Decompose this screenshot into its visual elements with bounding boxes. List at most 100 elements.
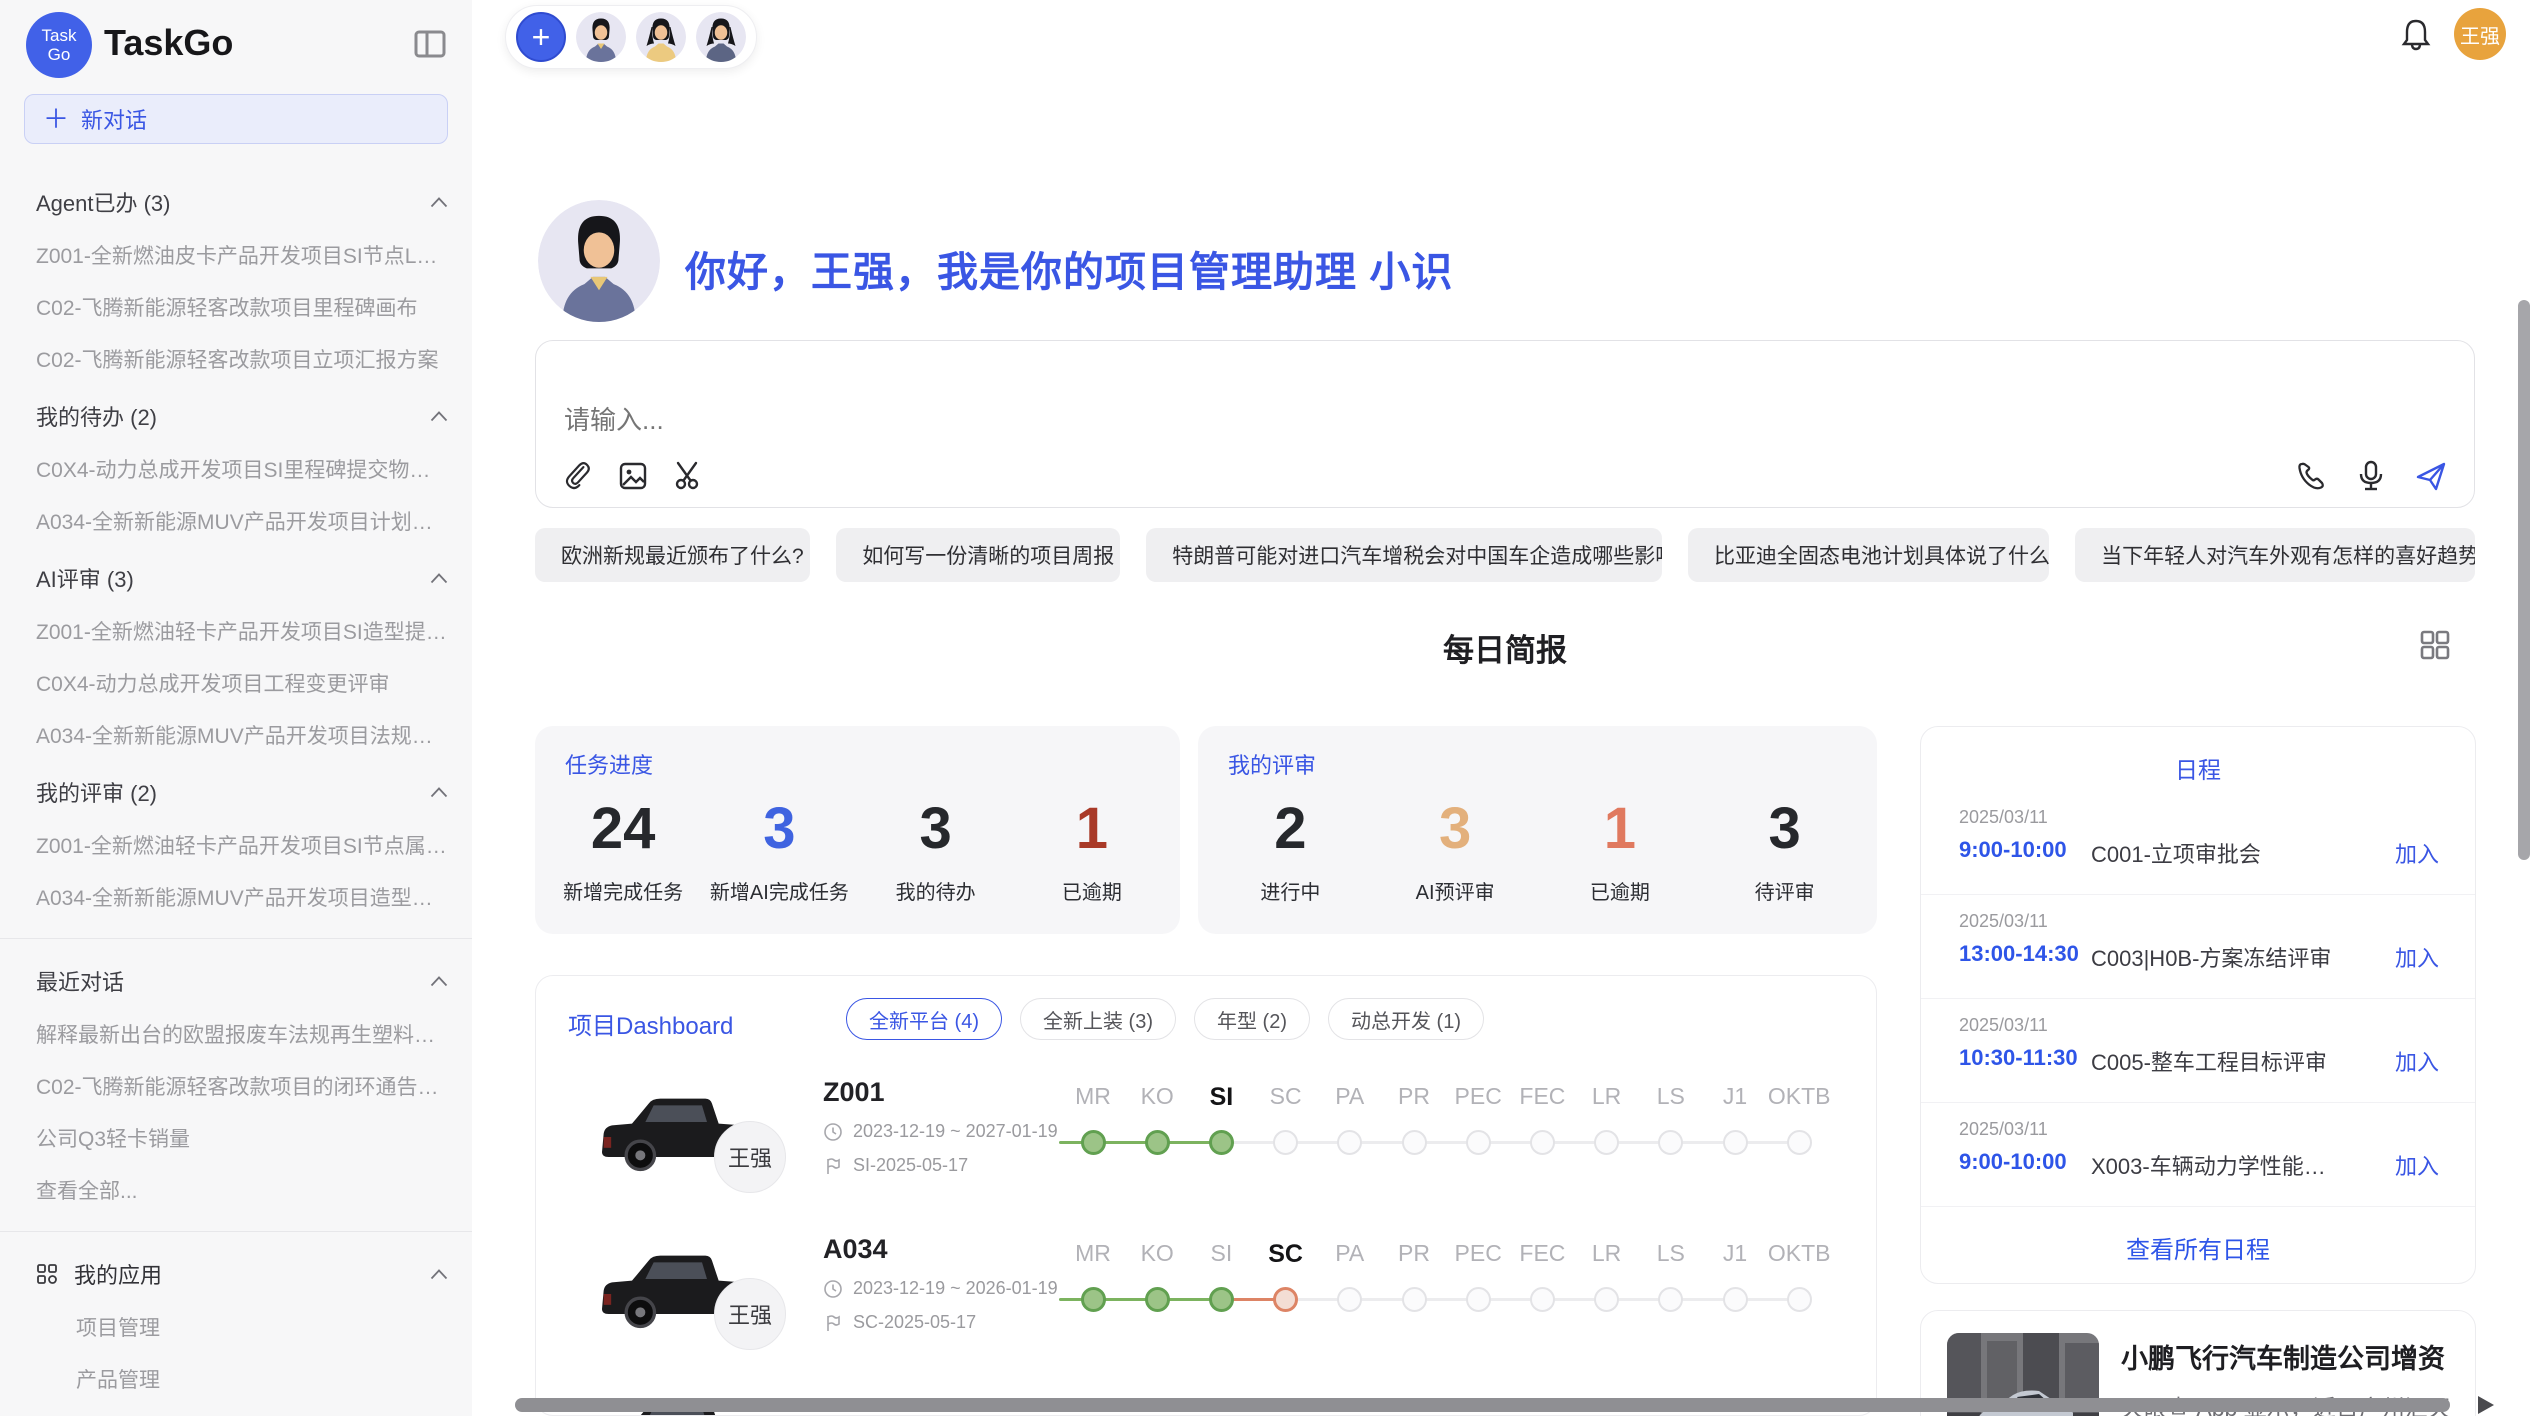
milestone-node[interactable]	[1466, 1130, 1491, 1155]
schedule-time: 9:00-10:00	[1959, 1149, 2067, 1175]
sidebar-item[interactable]: C02-飞腾新能源轻客改款项目立项汇报方案	[36, 344, 448, 374]
sidebar-item[interactable]: C0X4-动力总成开发项目SI里程碑提交物检查	[36, 454, 448, 484]
suggestion-chip[interactable]: 特朗普可能对进口汽车增税会对中国车企造成哪些影响	[1146, 528, 1662, 582]
schedule-date: 2025/03/11	[1959, 807, 2048, 828]
milestone-node[interactable]	[1787, 1287, 1812, 1312]
milestone-node[interactable]	[1594, 1287, 1619, 1312]
milestone-node[interactable]	[1723, 1130, 1748, 1155]
milestone-node[interactable]	[1209, 1130, 1234, 1155]
join-link[interactable]: 加入	[2395, 1149, 2439, 1181]
suggestion-chip[interactable]: 欧洲新规最近颁布了什么?	[535, 528, 810, 582]
stat-label: AI预评审	[1416, 876, 1495, 905]
agent-avatar-3[interactable]	[696, 12, 746, 62]
stat-item: 3我的待办	[858, 784, 1014, 920]
milestone-node[interactable]	[1658, 1130, 1683, 1155]
sidebar-my-apps-header[interactable]: 我的应用	[36, 1258, 448, 1290]
sidebar-recent-item[interactable]: 解释最新出台的欧盟报废车法规再生塑料比例被调至15%...	[36, 1019, 448, 1049]
milestone-node[interactable]	[1402, 1130, 1427, 1155]
sidebar-item[interactable]: Z001-全新燃油轻卡产品开发项目SI节点属性5D文件评审	[36, 830, 448, 860]
app-logo: Task Go	[26, 12, 92, 78]
milestone-node[interactable]	[1145, 1130, 1170, 1155]
milestone-node[interactable]	[1273, 1130, 1298, 1155]
sidebar-my-apps-left: 我的应用	[36, 1258, 162, 1290]
send-icon[interactable]	[2414, 459, 2448, 493]
milestone-node[interactable]	[1402, 1287, 1427, 1312]
stat-value: 3	[1768, 800, 1800, 858]
schedule-event-title: C005-整车工程目标评审	[2091, 1045, 2341, 1077]
sidebar-group-header[interactable]: Agent已办 (3)	[36, 186, 448, 218]
milestone-node[interactable]	[1723, 1287, 1748, 1312]
stat-value: 1	[1076, 800, 1108, 858]
sidebar-recent-item[interactable]: 查看全部...	[36, 1175, 448, 1205]
suggestion-chips: 欧洲新规最近颁布了什么? 如何写一份清晰的项目周报特朗普可能对进口汽车增税会对中国…	[535, 528, 2475, 582]
sidebar-item[interactable]: Z001-全新燃油轻卡产品开发项目SI造型提交物评审	[36, 616, 448, 646]
dashboard-filter-pill[interactable]: 年型 (2)	[1194, 998, 1310, 1040]
suggestion-chip[interactable]: 比亚迪全固态电池计划具体说了什么	[1688, 528, 2049, 582]
sidebar-item[interactable]: C02-飞腾新能源轻客改款项目里程碑画布	[36, 292, 448, 322]
sidebar-group-header[interactable]: AI评审 (3)	[36, 562, 448, 594]
sidebar-item[interactable]: A034-全新新能源MUV产品开发项目法规符合性评审	[36, 720, 448, 750]
sidebar-group-header[interactable]: 我的待办 (2)	[36, 400, 448, 432]
chat-input[interactable]	[564, 405, 2264, 436]
agent-avatar-1[interactable]	[576, 12, 626, 62]
agent-avatar-2[interactable]	[636, 12, 686, 62]
sidebar-recent-header[interactable]: 最近对话	[36, 965, 448, 997]
milestone-node[interactable]	[1081, 1130, 1106, 1155]
layout-grid-icon[interactable]	[2418, 628, 2452, 662]
new-chat-button[interactable]: ＋ 新对话	[24, 94, 448, 144]
schedule-event-title: C003|H0B-方案冻结评审	[2091, 941, 2341, 973]
suggestion-chip[interactable]: 当下年轻人对汽车外观有怎样的喜好趋势	[2075, 528, 2475, 582]
join-link[interactable]: 加入	[2395, 837, 2439, 869]
user-avatar[interactable]: 王强	[2454, 8, 2506, 60]
attachment-icon[interactable]	[560, 459, 594, 493]
image-icon[interactable]	[616, 459, 650, 493]
dashboard-filter-pill[interactable]: 全新上装 (3)	[1020, 998, 1176, 1040]
sidebar-header: Task Go TaskGo	[0, 0, 472, 92]
scissors-icon[interactable]	[672, 459, 706, 493]
horizontal-scrollbar[interactable]	[515, 1398, 2450, 1412]
milestone-node[interactable]	[1209, 1287, 1234, 1312]
scroll-right-arrow[interactable]	[2478, 1396, 2494, 1414]
sidebar-my-apps-label: 我的应用	[74, 1258, 162, 1290]
phone-call-icon[interactable]	[2294, 459, 2328, 493]
sidebar-app-item[interactable]: 项目管理	[76, 1312, 448, 1342]
sidebar-recent-item[interactable]: 公司Q3轻卡销量	[36, 1123, 448, 1153]
join-link[interactable]: 加入	[2395, 941, 2439, 973]
project-flag-milestone: SC-2025-05-17	[823, 1312, 976, 1333]
milestone-node[interactable]	[1081, 1287, 1106, 1312]
sidebar-collapse-icon[interactable]	[412, 26, 448, 62]
sidebar-item[interactable]: Z001-全新燃油皮卡产品开发项目SI节点Lesson Learn报告	[36, 240, 448, 270]
suggestion-chip[interactable]: 如何写一份清晰的项目周报	[836, 528, 1120, 582]
notifications-bell-icon[interactable]	[2400, 18, 2432, 52]
clock-icon	[823, 1122, 843, 1142]
stat-value: 3	[919, 800, 951, 858]
project-row[interactable]: 王强Z0012023-12-19 ~ 2027-01-19SI-2025-05-…	[536, 1063, 1876, 1220]
project-dates-label: 2023-12-19 ~ 2026-01-19	[853, 1278, 1058, 1299]
add-agent-button[interactable]: +	[516, 12, 566, 62]
dashboard-filter-pill[interactable]: 动总开发 (1)	[1328, 998, 1484, 1040]
sidebar-item[interactable]: C0X4-动力总成开发项目工程变更评审	[36, 668, 448, 698]
milestone-node[interactable]	[1530, 1130, 1555, 1155]
sidebar-app-item[interactable]: 产品管理	[76, 1364, 448, 1394]
sidebar-item[interactable]: A034-全新新能源MUV产品开发项目计划变更表编写	[36, 506, 448, 536]
milestone-node[interactable]	[1145, 1287, 1170, 1312]
divider	[0, 1231, 472, 1232]
sidebar-item[interactable]: A034-全新新能源MUV产品开发项目造型可行性评审	[36, 882, 448, 912]
vertical-scrollbar[interactable]	[2518, 300, 2530, 860]
milestone-node[interactable]	[1466, 1287, 1491, 1312]
project-row[interactable]: 王强A0342023-12-19 ~ 2026-01-19SC-2025-05-…	[536, 1220, 1876, 1377]
milestone-node[interactable]	[1530, 1287, 1555, 1312]
milestone-node[interactable]	[1337, 1130, 1362, 1155]
milestone-node[interactable]	[1787, 1130, 1812, 1155]
chevron-up-icon	[430, 411, 448, 422]
join-link[interactable]: 加入	[2395, 1045, 2439, 1077]
view-all-schedule-link[interactable]: 查看所有日程	[1921, 1230, 2475, 1265]
sidebar-group-header[interactable]: 我的评审 (2)	[36, 776, 448, 808]
milestone-node[interactable]	[1658, 1287, 1683, 1312]
milestone-node[interactable]	[1594, 1130, 1619, 1155]
dashboard-filter-pill[interactable]: 全新平台 (4)	[846, 998, 1002, 1040]
milestone-node[interactable]	[1273, 1287, 1298, 1312]
sidebar-recent-item[interactable]: C02-飞腾新能源轻客改款项目的闭环通告反馈情况	[36, 1071, 448, 1101]
microphone-icon[interactable]	[2354, 459, 2388, 493]
milestone-node[interactable]	[1337, 1287, 1362, 1312]
